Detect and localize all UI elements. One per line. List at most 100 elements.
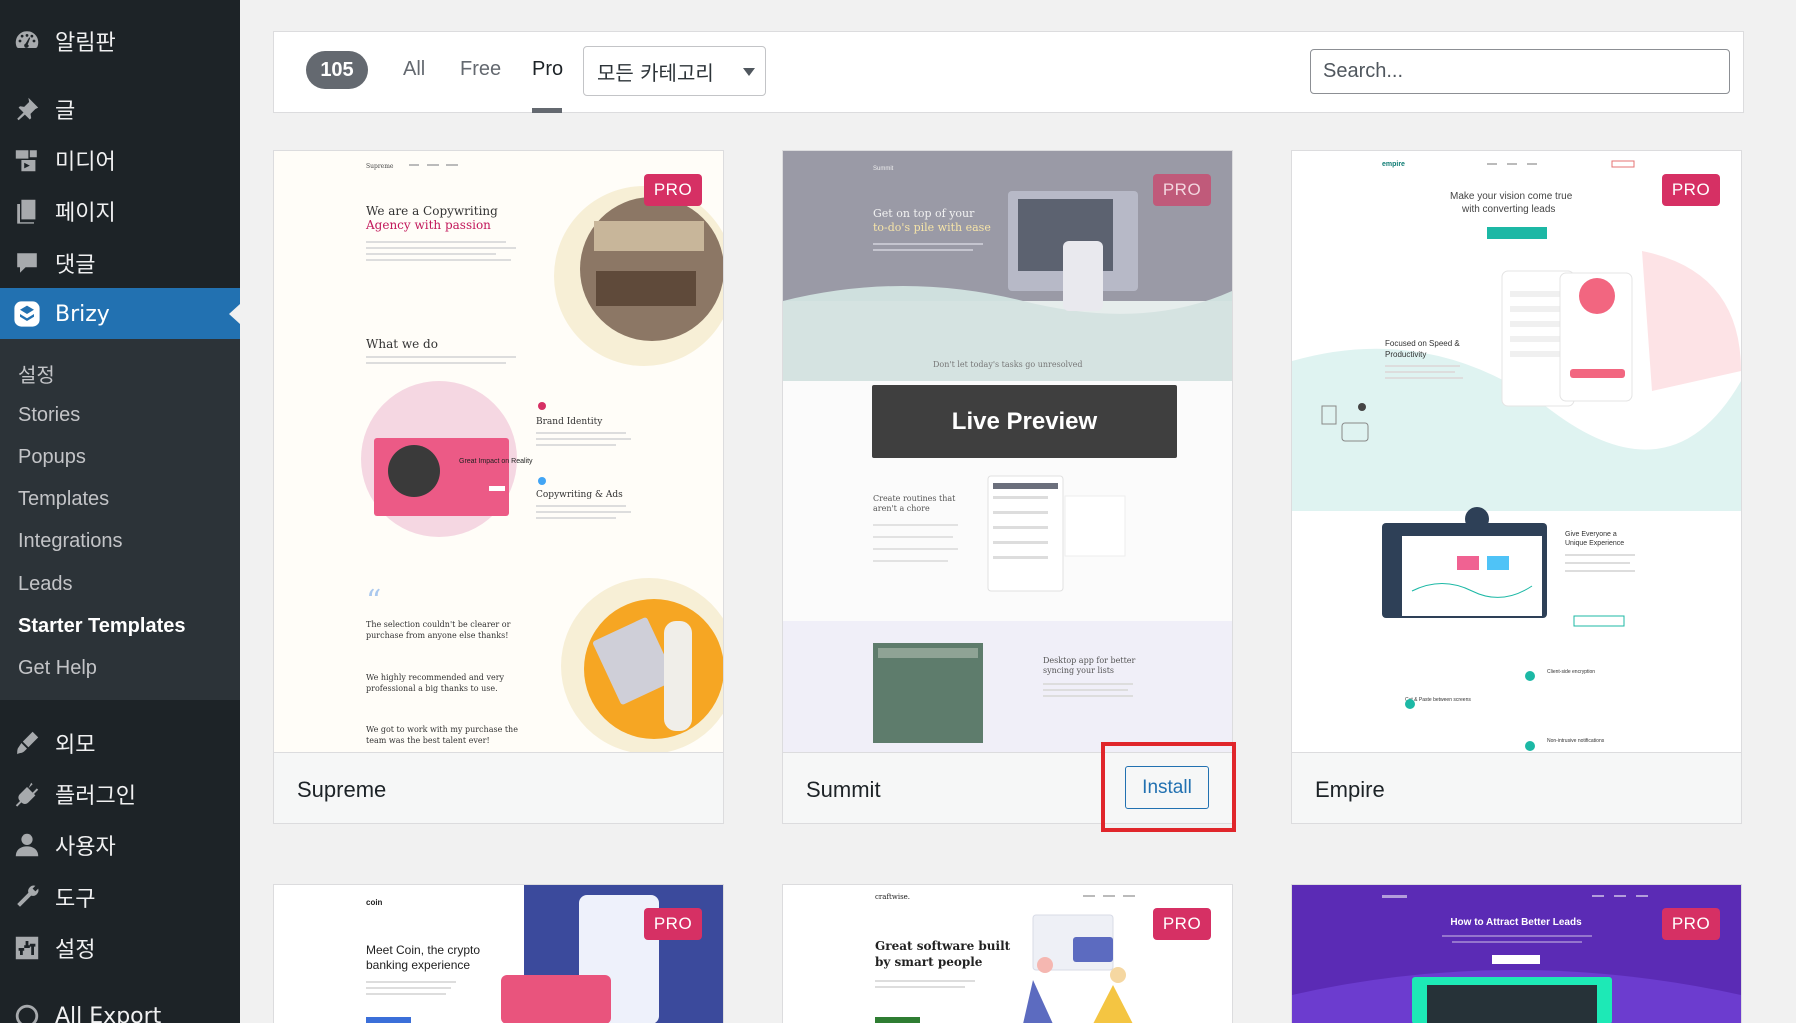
- svg-text:Cut & Paste between screens: Cut & Paste between screens: [1405, 697, 1471, 703]
- tab-all[interactable]: All: [403, 58, 425, 81]
- sidebar-item-dashboard[interactable]: 알림판: [0, 15, 240, 67]
- sidebar-item-settings[interactable]: 설정: [0, 922, 240, 974]
- template-name: Supreme: [297, 777, 387, 802]
- admin-sidebar: 알림판 글 미디어 페이지 댓글 Brizy 설정 Stories Popups…: [0, 0, 240, 1023]
- svg-text:How to Attract Better Leads: How to Attract Better Leads: [1450, 917, 1582, 928]
- sidebar-item-label: 알림판: [55, 31, 116, 56]
- sidebar-item-label: 사용자: [55, 835, 116, 860]
- brizy-submenu: 설정 Stories Popups Templates Integrations…: [0, 339, 240, 700]
- sidebar-item-plugins[interactable]: 플러그인: [0, 768, 240, 820]
- template-card-footer: Supreme: [274, 752, 723, 823]
- category-select-value: 모든 카테고리: [597, 60, 714, 85]
- svg-text:Desktop app for better: Desktop app for better: [1043, 656, 1136, 665]
- template-card-supreme[interactable]: Supreme We are a Copywriting Agency with…: [273, 150, 724, 824]
- sidebar-item-media[interactable]: 미디어: [0, 134, 240, 186]
- svg-text:to-do's pile with ease: to-do's pile with ease: [873, 221, 991, 234]
- tab-pro[interactable]: Pro: [532, 58, 563, 81]
- category-select[interactable]: 모든 카테고리: [583, 46, 766, 96]
- media-icon: [13, 146, 41, 174]
- settings-icon: [13, 934, 41, 962]
- sidebar-item-comments[interactable]: 댓글: [0, 237, 240, 289]
- svg-text:Supreme: Supreme: [366, 163, 394, 170]
- template-card-craftwise[interactable]: craftwise. Great software built by smart…: [782, 884, 1233, 1023]
- svg-text:Don't let today's tasks go unr: Don't let today's tasks go unresolved: [933, 360, 1082, 369]
- sidebar-item-pages[interactable]: 페이지: [0, 185, 240, 237]
- template-name: Summit: [806, 777, 881, 802]
- svg-text:Brand Identity: Brand Identity: [536, 417, 603, 427]
- sidebar-item-label: 미디어: [55, 150, 116, 175]
- template-thumbnail[interactable]: How to Attract Better Leads: [1292, 885, 1741, 1023]
- supreme-preview-image: Supreme We are a Copywriting Agency with…: [274, 151, 723, 752]
- sidebar-item-label: 설정: [55, 938, 96, 963]
- sidebar-item-label: 글: [55, 99, 76, 124]
- svg-text:Create routines that: Create routines that: [873, 494, 956, 503]
- pro-badge: PRO: [1662, 174, 1720, 206]
- dashboard-icon: [13, 27, 41, 55]
- sidebar-item-brizy[interactable]: Brizy: [0, 288, 240, 340]
- sidebar-item-all-export[interactable]: All Export: [0, 990, 240, 1023]
- tools-icon: [13, 883, 41, 911]
- craftwise-preview-image: craftwise. Great software built by smart…: [783, 885, 1232, 1023]
- empire-preview-image: empire Make your vision come true with c…: [1292, 151, 1741, 752]
- sidebar-item-label: 댓글: [55, 253, 96, 278]
- submenu-item-settings[interactable]: 설정: [18, 359, 55, 388]
- svg-text:We got to work with my purchas: We got to work with my purchase the: [366, 725, 518, 734]
- pages-icon: [13, 197, 41, 225]
- template-thumbnail[interactable]: Supreme We are a Copywriting Agency with…: [274, 151, 723, 752]
- template-thumbnail[interactable]: coin Meet Coin, the crypto banking exper…: [274, 885, 723, 1023]
- search-input[interactable]: [1310, 49, 1730, 94]
- svg-text:coin: coin: [366, 898, 383, 907]
- svg-text:purchase from anyone else than: purchase from anyone else thanks!: [366, 631, 508, 640]
- users-icon: [13, 831, 41, 859]
- submenu-item-stories[interactable]: Stories: [18, 404, 80, 427]
- svg-text:aren't a chore: aren't a chore: [873, 504, 930, 513]
- template-card-empire[interactable]: empire Make your vision come true with c…: [1291, 150, 1742, 824]
- template-count-badge: 105: [306, 51, 368, 89]
- submenu-item-integrations[interactable]: Integrations: [18, 530, 123, 553]
- submenu-item-templates[interactable]: Templates: [18, 488, 109, 511]
- template-card-summit[interactable]: Summit Get on top of your to-do's pile w…: [782, 150, 1233, 824]
- leads-preview-image: How to Attract Better Leads: [1292, 885, 1741, 1023]
- svg-text:Summit: Summit: [873, 166, 894, 172]
- pin-icon: [13, 95, 41, 123]
- svg-text:with converting leads: with converting leads: [1461, 204, 1555, 215]
- template-card-coin[interactable]: coin Meet Coin, the crypto banking exper…: [273, 884, 724, 1023]
- sidebar-item-label: 플러그인: [55, 784, 136, 809]
- sidebar-item-appearance[interactable]: 외모: [0, 717, 240, 769]
- sidebar-item-posts[interactable]: 글: [0, 83, 240, 135]
- pro-badge: PRO: [644, 174, 702, 206]
- export-icon: [13, 1002, 41, 1023]
- install-button[interactable]: Install: [1125, 766, 1209, 809]
- sidebar-item-tools[interactable]: 도구: [0, 871, 240, 923]
- svg-text:Make your vision come true: Make your vision come true: [1450, 191, 1573, 202]
- svg-text:Productivity: Productivity: [1385, 350, 1426, 359]
- svg-text:team was the best talent ever!: team was the best talent ever!: [366, 736, 490, 745]
- active-menu-arrow: [229, 304, 240, 324]
- svg-text:Agency with passion: Agency with passion: [365, 218, 491, 232]
- live-preview-button[interactable]: Live Preview: [872, 385, 1177, 458]
- submenu-item-popups[interactable]: Popups: [18, 446, 86, 469]
- sidebar-item-label: 페이지: [55, 201, 116, 226]
- template-thumbnail[interactable]: craftwise. Great software built by smart…: [783, 885, 1232, 1023]
- submenu-item-get-help[interactable]: Get Help: [18, 657, 97, 680]
- svg-text:Great Impact on Reality: Great Impact on Reality: [459, 458, 533, 465]
- plugins-icon: [13, 780, 41, 808]
- submenu-item-leads[interactable]: Leads: [18, 573, 73, 596]
- appearance-icon: [13, 729, 41, 757]
- sidebar-item-label: All Export: [55, 1003, 162, 1023]
- pro-badge: PRO: [644, 908, 702, 940]
- tab-free[interactable]: Free: [460, 58, 501, 81]
- coin-preview-image: coin Meet Coin, the crypto banking exper…: [274, 885, 723, 1023]
- template-thumbnail[interactable]: empire Make your vision come true with c…: [1292, 151, 1741, 752]
- svg-text:banking experience: banking experience: [366, 958, 470, 972]
- svg-text:Get on top of your: Get on top of your: [873, 207, 975, 220]
- svg-text:Give Everyone a: Give Everyone a: [1565, 531, 1617, 538]
- active-tab-indicator: [532, 108, 562, 113]
- submenu-item-starter-templates[interactable]: Starter Templates: [18, 615, 185, 638]
- pro-badge: PRO: [1153, 174, 1211, 206]
- sidebar-item-users[interactable]: 사용자: [0, 819, 240, 871]
- svg-text:Great software built: Great software built: [875, 939, 1011, 953]
- template-card-leads[interactable]: How to Attract Better Leads PRO: [1291, 884, 1742, 1023]
- chevron-down-icon: [743, 68, 755, 76]
- svg-text:Non-intrusive notifications: Non-intrusive notifications: [1547, 738, 1605, 744]
